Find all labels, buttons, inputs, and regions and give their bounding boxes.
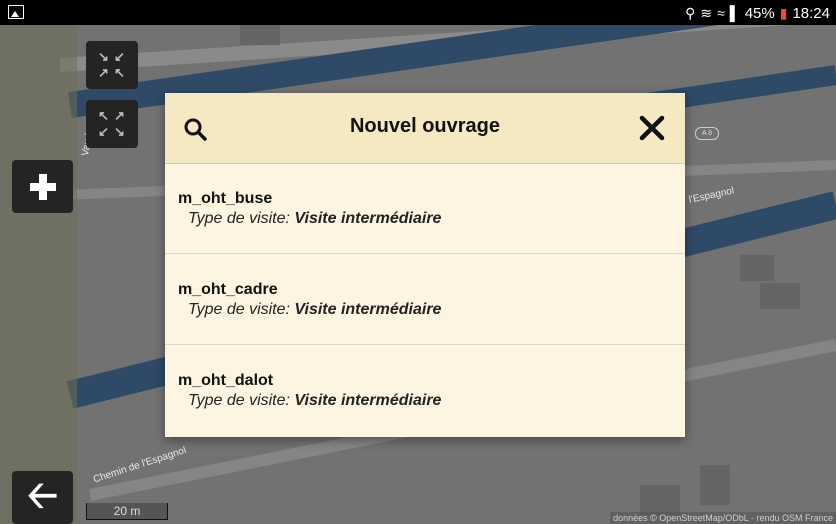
map-scale: 20 m bbox=[86, 503, 168, 520]
collapse-map-button[interactable]: ↘ ↙ ↗ ↖ bbox=[86, 41, 138, 89]
battery-icon: ▮ bbox=[779, 5, 788, 21]
dialog-title: Nouvel ouvrage bbox=[349, 115, 501, 137]
visit-type-label: Type de visite: bbox=[188, 210, 290, 227]
item-name: m_oht_buse bbox=[178, 190, 273, 207]
back-button[interactable]: 🡠 bbox=[12, 471, 73, 524]
vibrate-icon: ≋ bbox=[700, 5, 713, 21]
visit-type-value: Visite intermédiaire bbox=[294, 392, 442, 409]
arrow-in-icon: ↙ bbox=[114, 49, 125, 64]
item-visit-type: Type de visite: Visite intermédiaire bbox=[188, 392, 441, 410]
item-name: m_oht_dalot bbox=[178, 372, 274, 389]
arrow-in-icon: ↖ bbox=[114, 65, 125, 80]
visit-type-value: Visite intermédiaire bbox=[294, 301, 442, 318]
item-visit-type: Type de visite: Visite intermédiaire bbox=[188, 210, 441, 228]
wifi-icon: ≈ bbox=[717, 5, 725, 21]
arrow-out-icon: ↙ bbox=[98, 124, 109, 139]
visit-type-value: Visite intermédiaire bbox=[294, 210, 442, 227]
add-button[interactable] bbox=[12, 160, 73, 213]
close-icon[interactable] bbox=[639, 115, 665, 141]
signal-icon: ▌ bbox=[729, 5, 740, 21]
arrow-out-icon: ↘ bbox=[114, 124, 125, 139]
arrow-in-icon: ↗ bbox=[98, 65, 109, 80]
arrow-out-icon: ↖ bbox=[98, 108, 109, 123]
new-structure-dialog: Nouvel ouvrage m_oht_buse Type de visite… bbox=[165, 93, 685, 437]
location-icon: ⚲ bbox=[685, 5, 696, 21]
list-item[interactable]: m_oht_dalot Type de visite: Visite inter… bbox=[165, 346, 685, 436]
list-item[interactable]: m_oht_buse Type de visite: Visite interm… bbox=[165, 164, 685, 254]
battery-percent: 45% bbox=[744, 4, 775, 22]
visit-type-label: Type de visite: bbox=[188, 301, 290, 318]
list-item[interactable]: m_oht_cadre Type de visite: Visite inter… bbox=[165, 255, 685, 345]
expand-map-button[interactable]: ↖ ↗ ↙ ↘ bbox=[86, 100, 138, 148]
map-attribution: données © OpenStreetMap/ODbL - rendu OSM… bbox=[610, 512, 836, 524]
side-panel bbox=[0, 25, 77, 524]
dialog-header: Nouvel ouvrage bbox=[165, 93, 685, 164]
gallery-icon bbox=[8, 5, 24, 19]
road-badge: A 8 bbox=[695, 127, 719, 140]
clock: 18:24 bbox=[792, 4, 830, 22]
arrow-out-icon: ↗ bbox=[114, 108, 125, 123]
item-name: m_oht_cadre bbox=[178, 281, 278, 298]
status-bar: ⚲ ≋ ≈ ▌ 45% ▮ 18:24 bbox=[0, 0, 836, 25]
item-visit-type: Type de visite: Visite intermédiaire bbox=[188, 301, 441, 319]
visit-type-label: Type de visite: bbox=[188, 392, 290, 409]
status-icons: ⚲ ≋ ≈ ▌ 45% ▮ 18:24 bbox=[685, 3, 830, 23]
arrow-in-icon: ↘ bbox=[98, 49, 109, 64]
